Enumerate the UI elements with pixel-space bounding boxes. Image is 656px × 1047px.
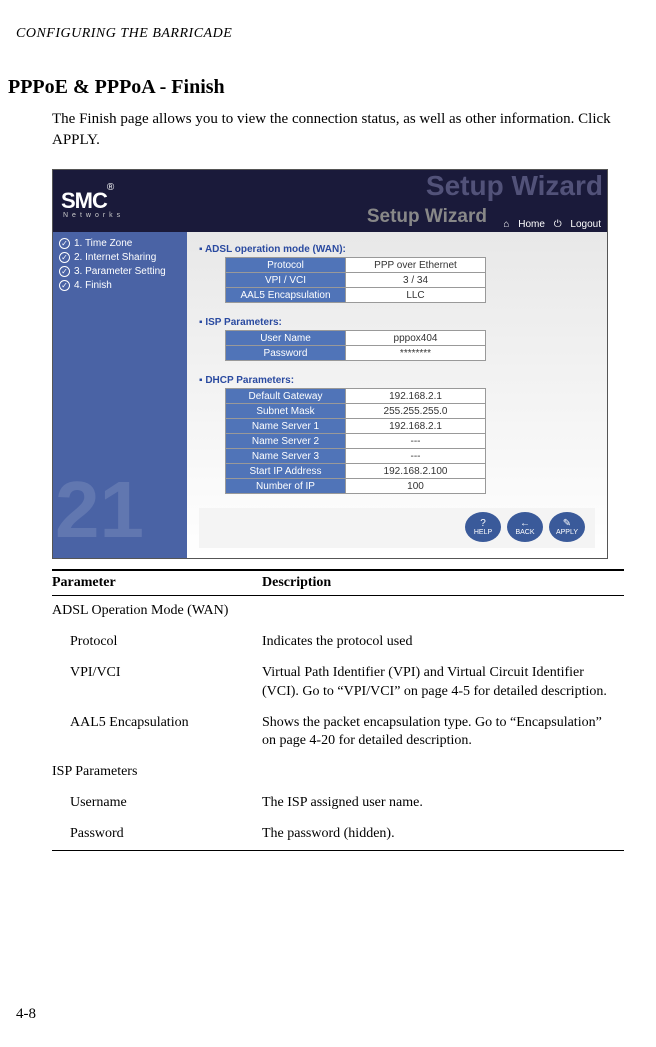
table-row: Number of IP100 (226, 479, 486, 494)
apply-button[interactable]: ✎APPLY (549, 512, 585, 542)
isp-heading: ISP Parameters: (199, 317, 595, 328)
wizard-main: ADSL operation mode (WAN): ProtocolPPP o… (187, 232, 607, 558)
dhcp-table: Default Gateway192.168.2.1 Subnet Mask25… (225, 388, 486, 494)
smc-logo-subtext: Networks (63, 212, 124, 219)
running-header: CONFIGURING THE BARRICADE (16, 26, 656, 42)
dhcp-heading: DHCP Parameters: (199, 375, 595, 386)
check-icon: ✓ (59, 238, 70, 249)
table-row: Subnet Mask255.255.255.0 (226, 404, 486, 419)
adsl-heading: ADSL operation mode (WAN): (199, 244, 595, 255)
logout-icon[interactable]: ⏻ Logout (554, 219, 601, 230)
sidebar-watermark: 21 (55, 464, 144, 556)
table-row: ProtocolPPP over Ethernet (226, 258, 486, 273)
parameter-description-table: Parameter Description ADSL Operation Mod… (52, 569, 624, 851)
screenshot-body: ✓1. Time Zone ✓2. Internet Sharing ✓3. P… (53, 232, 607, 558)
home-icon[interactable]: ⌂ Home (503, 219, 545, 230)
sidebar-item-parameter-setting[interactable]: ✓3. Parameter Setting (59, 266, 187, 277)
apply-icon: ✎ (563, 519, 571, 529)
setup-wizard-title: Setup Wizard (367, 206, 487, 228)
table-row: Name Server 2--- (226, 434, 486, 449)
table-row: UsernameThe ISP assigned user name. (52, 788, 624, 819)
header-watermark: Setup Wizard (426, 170, 603, 202)
table-row: AAL5 EncapsulationShows the packet encap… (52, 708, 624, 758)
table-row: VPI/VCIVirtual Path Identifier (VPI) and… (52, 658, 624, 708)
top-nav: ⌂ Home ⏻ Logout (497, 219, 601, 230)
back-icon: ← (520, 519, 530, 529)
sidebar-item-finish[interactable]: ✓4. Finish (59, 280, 187, 291)
check-icon: ✓ (59, 252, 70, 263)
page-number: 4-8 (16, 1006, 36, 1023)
table-row: VPI / VCI3 / 34 (226, 273, 486, 288)
table-row: Default Gateway192.168.2.1 (226, 389, 486, 404)
wizard-sidebar: ✓1. Time Zone ✓2. Internet Sharing ✓3. P… (53, 232, 187, 558)
table-header-parameter: Parameter (52, 570, 262, 596)
table-row: Password******** (226, 346, 486, 361)
table-row: User Namepppox404 (226, 331, 486, 346)
help-button[interactable]: ?HELP (465, 512, 501, 542)
table-row: Start IP Address192.168.2.100 (226, 464, 486, 479)
sidebar-item-timezone[interactable]: ✓1. Time Zone (59, 238, 187, 249)
back-button[interactable]: ←BACK (507, 512, 543, 542)
isp-table: User Namepppox404 Password******** (225, 330, 486, 361)
sidebar-item-internet-sharing[interactable]: ✓2. Internet Sharing (59, 252, 187, 263)
table-row: Name Server 3--- (226, 449, 486, 464)
check-icon: ✓ (59, 266, 70, 277)
action-buttons: ?HELP ←BACK ✎APPLY (199, 508, 595, 548)
router-ui-screenshot: SMC® Networks Setup Wizard Setup Wizard … (52, 169, 608, 559)
table-row: Name Server 1192.168.2.1 (226, 419, 486, 434)
table-row: ProtocolIndicates the protocol used (52, 627, 624, 658)
adsl-table: ProtocolPPP over Ethernet VPI / VCI3 / 3… (225, 257, 486, 303)
body-paragraph: The Finish page allows you to view the c… (52, 109, 626, 151)
table-header-description: Description (262, 570, 624, 596)
check-icon: ✓ (59, 280, 70, 291)
section-title: PPPoE & PPPoA - Finish (8, 76, 656, 99)
table-row: ISP Parameters (52, 757, 624, 788)
table-row: AAL5 EncapsulationLLC (226, 288, 486, 303)
table-row: ADSL Operation Mode (WAN) (52, 596, 624, 627)
smc-logo: SMC® (61, 188, 113, 214)
table-row: PasswordThe password (hidden). (52, 819, 624, 850)
screenshot-header: SMC® Networks Setup Wizard Setup Wizard … (53, 170, 607, 232)
help-icon: ? (480, 519, 486, 529)
